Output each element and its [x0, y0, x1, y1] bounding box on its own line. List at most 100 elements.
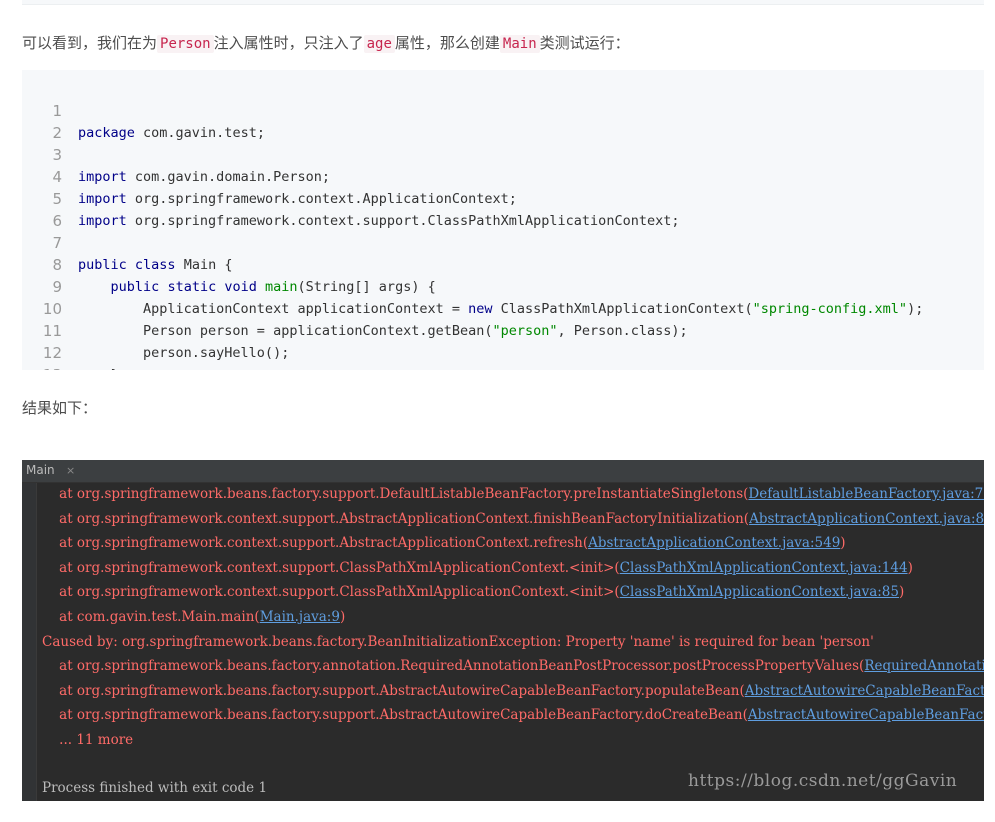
code-fragment: ApplicationContext applicationContext =	[78, 301, 469, 317]
console-line: Caused by: org.springframework.beans.fac…	[42, 632, 874, 652]
console-text: Caused by: org.springframework.beans.fac…	[42, 633, 874, 650]
stack-trace-link[interactable]: ClassPathXmlApplicationContext.java:85	[620, 584, 899, 600]
console-text: at org.springframework.context.support.C…	[42, 584, 620, 601]
intro-text-3: 属性，那么创建	[394, 34, 500, 52]
code-fragment: );	[907, 301, 924, 317]
code-line: 1 package com.gavin.test;	[22, 78, 265, 141]
code-text: }	[78, 364, 119, 370]
code-text: ApplicationContext applicationContext = …	[78, 298, 923, 320]
console-line: at com.gavin.test.Main.main(Main.java:9)	[42, 607, 345, 627]
intro-paragraph: 可以看到，我们在为 Person 注入属性时，只注入了 age 属性，那么创建 Main 类…	[22, 32, 630, 55]
console-text: ... 11 more	[42, 732, 134, 748]
watermark: https://blog.csdn.net/ggGavin	[688, 771, 958, 791]
code-text: import org.springframework.context.suppo…	[78, 210, 679, 232]
code-line: 5 import org.springframework.context.sup…	[22, 166, 679, 229]
code-line: 12 }	[22, 320, 119, 370]
console-text: )	[907, 559, 913, 576]
code-text: import org.springframework.context.Appli…	[78, 188, 517, 210]
keyword: class	[134, 257, 176, 273]
console-line: at org.springframework.context.support.C…	[42, 558, 913, 578]
inline-code-main: Main	[499, 35, 540, 53]
code-line: 9 ApplicationContext applicationContext …	[22, 254, 923, 317]
code-fragment: com.gavin.domain.Person;	[126, 169, 330, 185]
stack-trace-link[interactable]: DefaultListableBeanFactory.java:761	[748, 486, 984, 502]
console-text: at org.springframework.beans.factory.sup…	[42, 682, 745, 699]
string-literal: "person"	[492, 323, 558, 339]
console-line: at org.springframework.beans.factory.sup…	[42, 681, 984, 701]
code-text: public static void main(String[] args) {	[78, 276, 436, 298]
code-text: person.sayHello();	[78, 345, 290, 361]
intro-text-2: 注入属性时，只注入了	[213, 34, 364, 52]
previous-block-edge	[22, 0, 984, 5]
code-fragment: (String[] args) {	[297, 279, 436, 295]
stack-trace-link[interactable]: AbstractAutowireCapableBeanFactory.java:…	[745, 683, 984, 699]
console-text: at com.gavin.test.Main.main(	[42, 609, 260, 625]
code-fragment: org.springframework.context.ApplicationC…	[126, 191, 517, 207]
code-line: 7 public class Main {	[22, 210, 232, 273]
console-text: at org.springframework.context.support.A…	[42, 510, 750, 527]
code-line: 10 Person person = applicationContext.ge…	[22, 276, 688, 339]
stack-trace-link[interactable]: Main.java:9	[260, 609, 340, 625]
string-literal: "spring-config.xml"	[752, 301, 908, 317]
code-line: 4 import org.springframework.context.App…	[22, 144, 516, 207]
console-text: )	[840, 535, 846, 552]
stack-trace-link[interactable]: AbstractApplicationContext.java:867	[749, 511, 984, 527]
keyword: import	[78, 169, 127, 185]
code-fragment: org.springframework.context.support.Clas…	[126, 213, 680, 229]
intro-text-4: 类测试运行：	[539, 34, 630, 52]
keyword: package	[78, 125, 135, 141]
code-fragment: com.gavin.test;	[134, 125, 265, 141]
stack-trace-link[interactable]: RequiredAnnotationBeanPostProcessor.java…	[864, 658, 984, 674]
code-line: 11 person.sayHello();	[22, 298, 289, 361]
inline-code-person: Person	[157, 35, 214, 53]
console-gutter	[22, 483, 37, 801]
console-line: at org.springframework.context.support.C…	[42, 582, 904, 602]
console-text: at org.springframework.beans.factory.sup…	[42, 707, 748, 724]
console-text: at org.springframework.beans.factory.ann…	[42, 658, 865, 675]
stack-trace-link[interactable]: AbstractApplicationContext.java:549	[588, 535, 840, 551]
code-fragment: Person person = applicationContext.getBe…	[78, 323, 493, 339]
code-fragment: Main {	[175, 257, 233, 273]
console-tab-bar: Main ×	[22, 460, 984, 483]
code-text: public class Main {	[78, 254, 232, 276]
code-line: 3 import com.gavin.domain.Person;	[22, 122, 330, 185]
code-line: 6	[22, 188, 62, 230]
tab-main: Main	[26, 463, 55, 477]
close-icon: ×	[66, 464, 76, 477]
code-text: Person person = applicationContext.getBe…	[78, 320, 688, 342]
console-line: at org.springframework.beans.factory.sup…	[42, 484, 984, 504]
code-text: package com.gavin.test;	[78, 122, 265, 144]
method-name: main	[265, 279, 298, 295]
line-number: 13	[22, 364, 62, 370]
code-fragment: , Person.class);	[557, 323, 688, 339]
console-line: at org.springframework.context.support.A…	[42, 509, 984, 529]
exit-message: Process finished with exit code 1	[42, 780, 268, 796]
console-text: )	[339, 609, 346, 625]
stack-trace-link[interactable]: AbstractAutowireCapableBeanFactory.java:…	[748, 707, 984, 723]
code-fragment: ClassPathXmlApplicationContext(	[492, 301, 753, 317]
console-text: )	[898, 584, 905, 601]
stack-trace-link[interactable]: ClassPathXmlApplicationContext.java:144	[620, 560, 908, 576]
console-line: ... 11 more	[42, 730, 133, 750]
inline-code-age: age	[363, 35, 395, 53]
run-console-screenshot: Main × at org.springframework.beans.fact…	[22, 460, 984, 801]
code-line: 13 }	[22, 342, 62, 370]
keyword: static	[167, 279, 217, 295]
console-line: at org.springframework.context.support.A…	[42, 533, 846, 553]
console-line: at org.springframework.beans.factory.sup…	[42, 705, 984, 725]
keyword: public	[110, 279, 160, 295]
code-text: import com.gavin.domain.Person;	[78, 166, 330, 188]
keyword: import	[78, 191, 127, 207]
code-block[interactable]: 1 package com.gavin.test; 2 3 import com…	[22, 70, 984, 370]
intro-text-1: 可以看到，我们在为	[22, 34, 158, 52]
code-line: 2	[22, 100, 62, 142]
keyword: new	[468, 301, 493, 317]
console-line: at org.springframework.beans.factory.ann…	[42, 656, 984, 676]
keyword: import	[78, 213, 127, 229]
console-text: at org.springframework.context.support.C…	[42, 559, 620, 576]
console-text: at org.springframework.beans.factory.sup…	[42, 486, 749, 502]
code-line: 8 public static void main(String[] args)…	[22, 232, 435, 295]
keyword: public	[78, 257, 127, 273]
keyword: void	[224, 279, 257, 295]
